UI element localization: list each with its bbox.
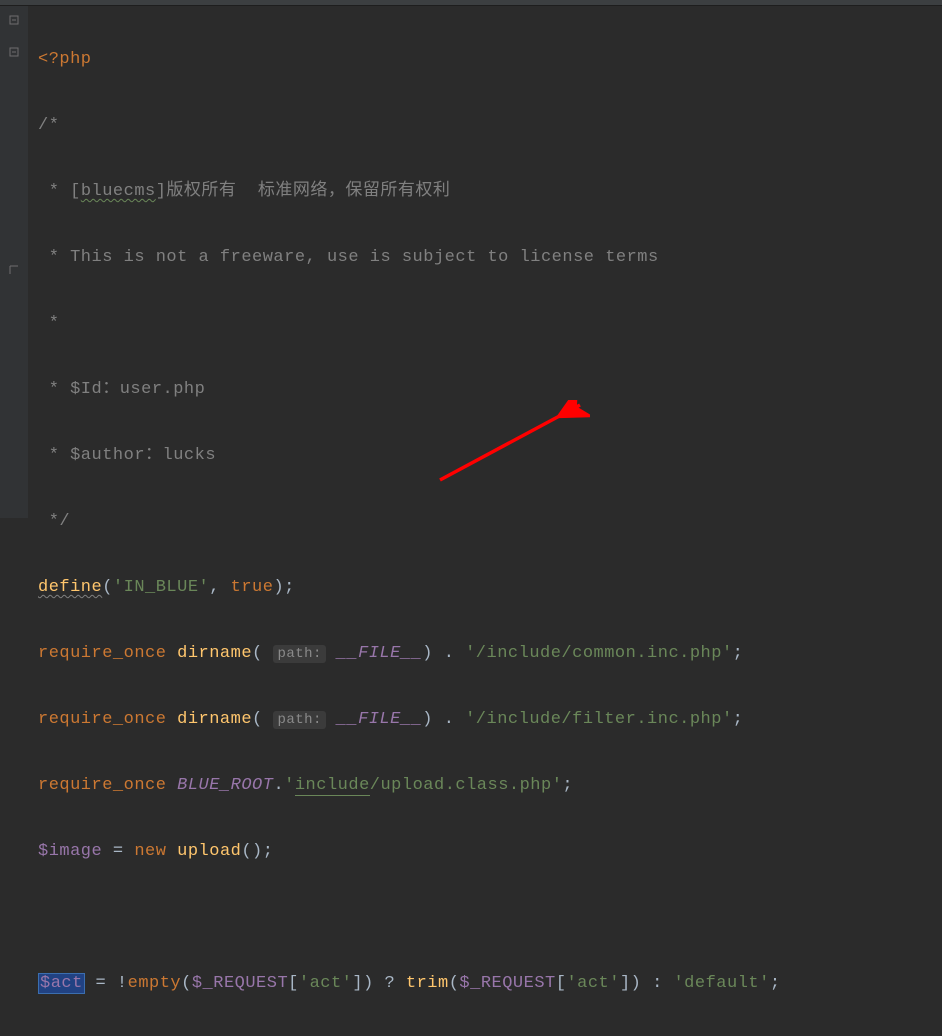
link-text: bluecms (81, 182, 156, 201)
param-hint: path: (273, 645, 326, 663)
comment: * $Id：user.php (38, 380, 205, 399)
keyword: new (134, 842, 166, 861)
func-call: dirname (177, 644, 252, 663)
variable: $image (38, 842, 102, 861)
string: 'act' (299, 974, 353, 993)
code-line: * $Id：user.php (38, 373, 934, 406)
fold-close-icon[interactable] (8, 264, 20, 276)
string: 'IN_BLUE' (113, 578, 209, 597)
code-line: * (38, 307, 934, 340)
variable: $_REQUEST (459, 974, 555, 993)
comment: * $author：lucks (38, 446, 216, 465)
keyword: empty (128, 974, 182, 993)
magic-const: __FILE__ (337, 644, 423, 663)
code-line: */ (38, 505, 934, 538)
code-line: require_once BLUE_ROOT.'include/upload.c… (38, 769, 934, 802)
func-call: dirname (177, 710, 252, 729)
variable: $_REQUEST (192, 974, 288, 993)
constant: BLUE_ROOT (177, 776, 273, 795)
string: 'act' (566, 974, 620, 993)
code-area[interactable]: <?php /* * [bluecms]版权所有 标准网络，保留所有权利 * T… (28, 6, 942, 518)
string: '/include/common.inc.php' (465, 644, 733, 663)
code-line: $image = new upload(); (38, 835, 934, 868)
code-line (38, 901, 934, 934)
code-line: * This is not a freeware, use is subject… (38, 241, 934, 274)
gutter[interactable] (0, 6, 28, 518)
keyword: true (231, 578, 274, 597)
code-line: * $author：lucks (38, 439, 934, 472)
string: 'default' (673, 974, 769, 993)
magic-const: __FILE__ (337, 710, 423, 729)
variable-selected: $act (38, 973, 85, 994)
code-line: define('IN_BLUE', true); (38, 571, 934, 604)
code-line: * [bluecms]版权所有 标准网络，保留所有权利 (38, 175, 934, 208)
class-name: upload (177, 842, 241, 861)
php-open-tag: <?php (38, 50, 92, 69)
comment: * (38, 314, 59, 333)
keyword: require_once (38, 710, 166, 729)
comment: /* (38, 116, 59, 135)
code-line: require_once dirname( path: __FILE__) . … (38, 637, 934, 670)
code-line: /* (38, 109, 934, 142)
code-line: $act = !empty($_REQUEST['act']) ? trim($… (38, 967, 934, 1000)
comment: * This is not a freeware, use is subject… (38, 248, 659, 267)
comment: */ (38, 512, 70, 531)
editor: <?php /* * [bluecms]版权所有 标准网络，保留所有权利 * T… (0, 6, 942, 518)
func-call: define (38, 578, 102, 597)
func-call: trim (406, 974, 449, 993)
param-hint: path: (273, 711, 326, 729)
fold-marker-icon[interactable] (8, 14, 20, 26)
fold-marker-icon[interactable] (8, 46, 20, 58)
keyword: require_once (38, 776, 166, 795)
keyword: require_once (38, 644, 166, 663)
code-line: <?php (38, 43, 934, 76)
string: '/include/filter.inc.php' (465, 710, 733, 729)
string: 'include/upload.class.php' (284, 776, 562, 796)
comment: * [bluecms]版权所有 标准网络，保留所有权利 (38, 182, 450, 201)
code-line: require_once dirname( path: __FILE__) . … (38, 703, 934, 736)
